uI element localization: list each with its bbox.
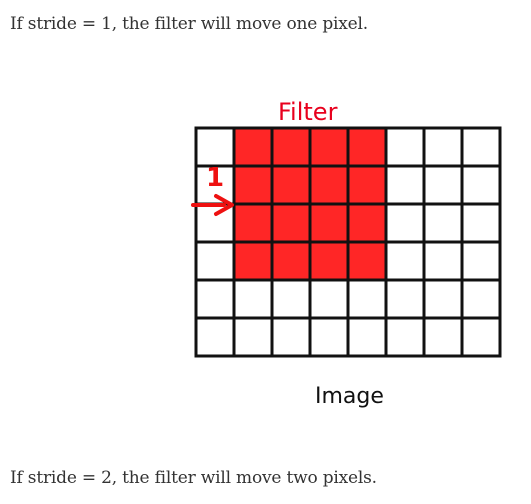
image-pixel-cell [424, 204, 462, 242]
image-pixel-cell [462, 318, 500, 356]
image-pixel-cell [424, 242, 462, 280]
image-pixel-cell [462, 128, 500, 166]
image-pixel-cell [196, 242, 234, 280]
image-pixel-cell [348, 318, 386, 356]
image-pixel-cell [424, 166, 462, 204]
stride-marker-label: 1 [206, 163, 224, 193]
image-pixel-cell [462, 242, 500, 280]
image-pixel-cell [386, 128, 424, 166]
image-pixel-cell [196, 128, 234, 166]
image-pixel-cell [462, 166, 500, 204]
image-pixel-cell [234, 280, 272, 318]
image-pixel-cell [386, 204, 424, 242]
image-pixel-cell [348, 280, 386, 318]
image-pixel-cell [386, 318, 424, 356]
image-pixel-cell [386, 166, 424, 204]
image-pixel-cell [310, 318, 348, 356]
image-pixel-cell [196, 204, 234, 242]
image-pixel-cell [234, 318, 272, 356]
image-pixel-cell [386, 280, 424, 318]
image-pixel-cell [310, 280, 348, 318]
image-pixel-cell [196, 318, 234, 356]
image-pixel-cell [386, 242, 424, 280]
image-pixel-cell [462, 280, 500, 318]
outro-paragraph: If stride = 2, the filter will move two … [10, 468, 377, 488]
image-pixel-cell [424, 318, 462, 356]
image-grid-diagram: 1 [191, 126, 502, 358]
image-pixel-cell [272, 280, 310, 318]
image-pixel-cell [424, 280, 462, 318]
image-pixel-cell [462, 204, 500, 242]
image-label: Image [315, 384, 384, 409]
image-pixel-cell [196, 280, 234, 318]
image-pixel-cell [424, 128, 462, 166]
image-pixel-cell [272, 318, 310, 356]
